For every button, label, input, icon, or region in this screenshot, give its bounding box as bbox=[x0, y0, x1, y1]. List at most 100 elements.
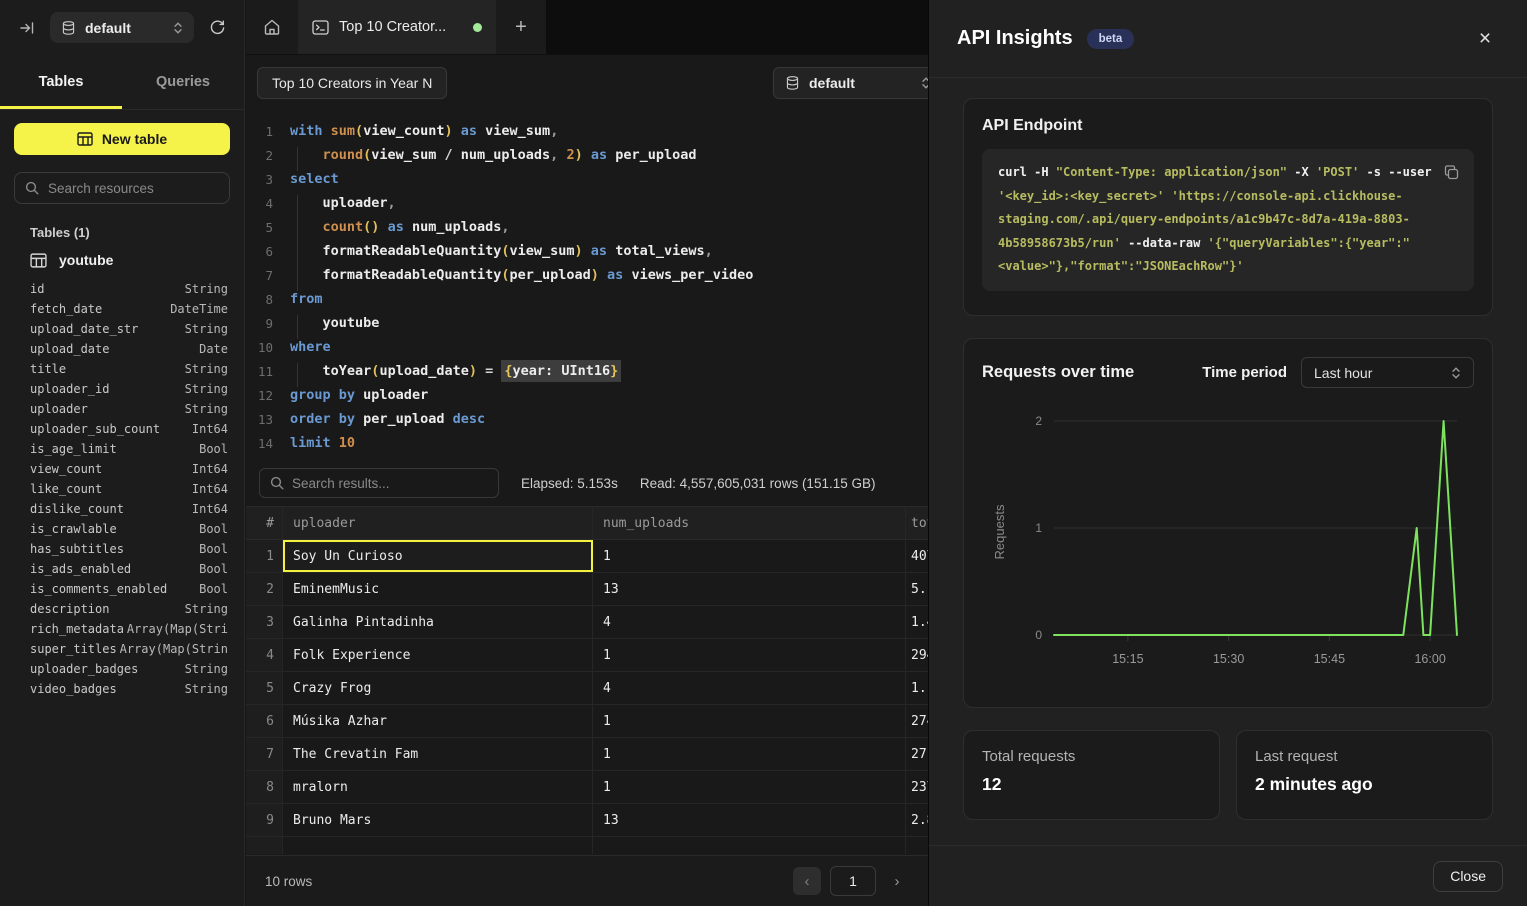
code-line: 1with sum(view_count) as view_sum, bbox=[246, 119, 928, 143]
table-cell[interactable]: 294 bbox=[906, 639, 928, 671]
schema-column-row[interactable]: view_countInt64 bbox=[14, 459, 230, 479]
table-cell[interactable]: 1.1 bbox=[906, 672, 928, 704]
panel-header: API Insights beta × bbox=[929, 0, 1527, 78]
code-line-content: formatReadableQuantity(per_upload) as vi… bbox=[273, 267, 753, 283]
header-cell[interactable]: num_uploads bbox=[593, 507, 906, 539]
table-cell[interactable]: 1 bbox=[593, 639, 906, 671]
schema-column-row[interactable]: rich_metadataArray(Map(Stri bbox=[14, 619, 230, 639]
table-item-youtube[interactable]: youtube bbox=[14, 252, 230, 268]
query-tab[interactable]: Top 10 Creator... bbox=[298, 0, 496, 54]
database-selector[interactable]: default bbox=[50, 12, 194, 43]
schema-column-row[interactable]: uploaderString bbox=[14, 399, 230, 419]
schema-column-row[interactable]: upload_date_strString bbox=[14, 319, 230, 339]
table-cell[interactable]: Folk Experience bbox=[283, 639, 593, 671]
table-cell[interactable]: Músika Azhar bbox=[283, 705, 593, 737]
refresh-button[interactable] bbox=[204, 15, 230, 41]
schema-column-name: has_subtitles bbox=[30, 542, 124, 556]
schema-column-row[interactable]: titleString bbox=[14, 359, 230, 379]
home-button[interactable] bbox=[246, 0, 298, 54]
schema-column-row[interactable]: has_subtitlesBool bbox=[14, 539, 230, 559]
curl-line: 4b58958673b5/run' --data-raw '{"queryVar… bbox=[998, 232, 1428, 256]
table-cell[interactable]: 237 bbox=[906, 771, 928, 803]
prev-page-button[interactable]: ‹ bbox=[793, 867, 821, 895]
schema-column-row[interactable]: uploader_sub_countInt64 bbox=[14, 419, 230, 439]
header-cell[interactable]: total_views bbox=[906, 507, 928, 539]
line-number: 6 bbox=[246, 244, 273, 259]
schema-column-row[interactable]: descriptionString bbox=[14, 599, 230, 619]
header-cell[interactable]: # bbox=[246, 507, 283, 539]
panel-close-button[interactable]: × bbox=[1471, 25, 1499, 53]
line-number: 10 bbox=[246, 340, 273, 355]
table-cell[interactable]: Galinha Pintadinha bbox=[283, 606, 593, 638]
table-cell[interactable]: Crazy Frog bbox=[283, 672, 593, 704]
requests-over-time-card: Requests over time Time period Last hour… bbox=[963, 338, 1493, 708]
panel-title: API Insights bbox=[957, 27, 1073, 50]
table-cell[interactable]: 407 bbox=[906, 540, 928, 572]
app-root: default Tables Queries bbox=[0, 0, 1527, 906]
resource-search-input[interactable] bbox=[48, 181, 225, 196]
table-cell[interactable]: 2.8 bbox=[906, 804, 928, 836]
schema-column-row[interactable]: fetch_dateDateTime bbox=[14, 299, 230, 319]
schema-column-name: uploader bbox=[30, 402, 88, 416]
time-period-select[interactable]: Last hour bbox=[1301, 357, 1474, 388]
copy-button[interactable] bbox=[1439, 160, 1463, 184]
schema-column-type: String bbox=[185, 282, 228, 296]
query-title-button[interactable]: Top 10 Creators in Year N bbox=[257, 67, 447, 99]
stat-card-last-request: Last request 2 minutes ago bbox=[1236, 730, 1493, 820]
header-cell[interactable]: uploader bbox=[283, 507, 593, 539]
line-number: 4 bbox=[246, 196, 273, 211]
next-page-button[interactable]: › bbox=[885, 873, 909, 890]
table-cell[interactable]: The Crevatin Fam bbox=[283, 738, 593, 770]
table-cell[interactable]: Bruno Mars bbox=[283, 804, 593, 836]
schema-column-row[interactable]: uploader_idString bbox=[14, 379, 230, 399]
schema-column-name: rich_metadata bbox=[30, 622, 124, 636]
copy-icon bbox=[1444, 165, 1459, 180]
schema-column-row[interactable]: uploader_badgesString bbox=[14, 659, 230, 679]
table-cell[interactable]: 1.4 bbox=[906, 606, 928, 638]
page-number[interactable]: 1 bbox=[830, 866, 876, 896]
search-icon bbox=[270, 476, 284, 490]
line-number: 5 bbox=[246, 220, 273, 235]
tab-queries[interactable]: Queries bbox=[122, 55, 244, 109]
table-cell[interactable]: EminemMusic bbox=[283, 573, 593, 605]
table-cell[interactable]: 13 bbox=[593, 804, 906, 836]
beta-badge: beta bbox=[1087, 29, 1135, 49]
table-cell[interactable]: 4 bbox=[593, 672, 906, 704]
results-search-input[interactable] bbox=[292, 476, 488, 491]
code-line-content: uploader, bbox=[273, 195, 396, 211]
table-row: 8mralorn1237 bbox=[246, 771, 928, 804]
new-table-button[interactable]: New table bbox=[14, 123, 230, 155]
table-cell[interactable]: 1 bbox=[593, 705, 906, 737]
collapse-sidebar-button[interactable] bbox=[14, 15, 40, 41]
sql-editor[interactable]: 1with sum(view_count) as view_sum,2 roun… bbox=[246, 110, 928, 460]
schema-column-row[interactable]: is_ads_enabledBool bbox=[14, 559, 230, 579]
chart-area: 01215:1515:3015:4516:00Requests bbox=[982, 401, 1474, 691]
schema-column-row[interactable]: is_crawlableBool bbox=[14, 519, 230, 539]
schema-column-row[interactable]: idString bbox=[14, 279, 230, 299]
schema-column-row[interactable]: super_titlesArray(Map(Strin bbox=[14, 639, 230, 659]
schema-column-row[interactable]: video_badgesString bbox=[14, 679, 230, 699]
schema-column-row[interactable]: like_countInt64 bbox=[14, 479, 230, 499]
schema-column-row[interactable]: is_age_limitBool bbox=[14, 439, 230, 459]
table-cell[interactable]: 5.1 bbox=[906, 573, 928, 605]
editor-database-selector[interactable]: default bbox=[773, 67, 928, 99]
table-cell[interactable]: 13 bbox=[593, 573, 906, 605]
selected-cell[interactable]: Soy Un Curioso bbox=[283, 540, 593, 572]
table-cell[interactable]: 1 bbox=[593, 540, 906, 572]
table-cell[interactable]: 4 bbox=[593, 606, 906, 638]
schema-column-row[interactable]: is_comments_enabledBool bbox=[14, 579, 230, 599]
schema-column-row[interactable]: upload_dateDate bbox=[14, 339, 230, 359]
table-cell[interactable]: mralorn bbox=[283, 771, 593, 803]
table-cell[interactable]: 1 bbox=[593, 738, 906, 770]
close-button[interactable]: Close bbox=[1433, 861, 1503, 892]
table-cell[interactable]: 1 bbox=[593, 771, 906, 803]
tab-tables[interactable]: Tables bbox=[0, 55, 122, 109]
table-cell[interactable]: 271 bbox=[906, 738, 928, 770]
schema-column-row[interactable]: dislike_countInt64 bbox=[14, 499, 230, 519]
api-endpoint-title: API Endpoint bbox=[982, 117, 1474, 135]
table-cell[interactable]: 274 bbox=[906, 705, 928, 737]
resource-search bbox=[14, 172, 230, 204]
table-row: 1Soy Un Curioso1407 bbox=[246, 540, 928, 573]
tab-title: Top 10 Creator... bbox=[339, 19, 463, 35]
new-tab-button[interactable]: + bbox=[496, 0, 546, 54]
